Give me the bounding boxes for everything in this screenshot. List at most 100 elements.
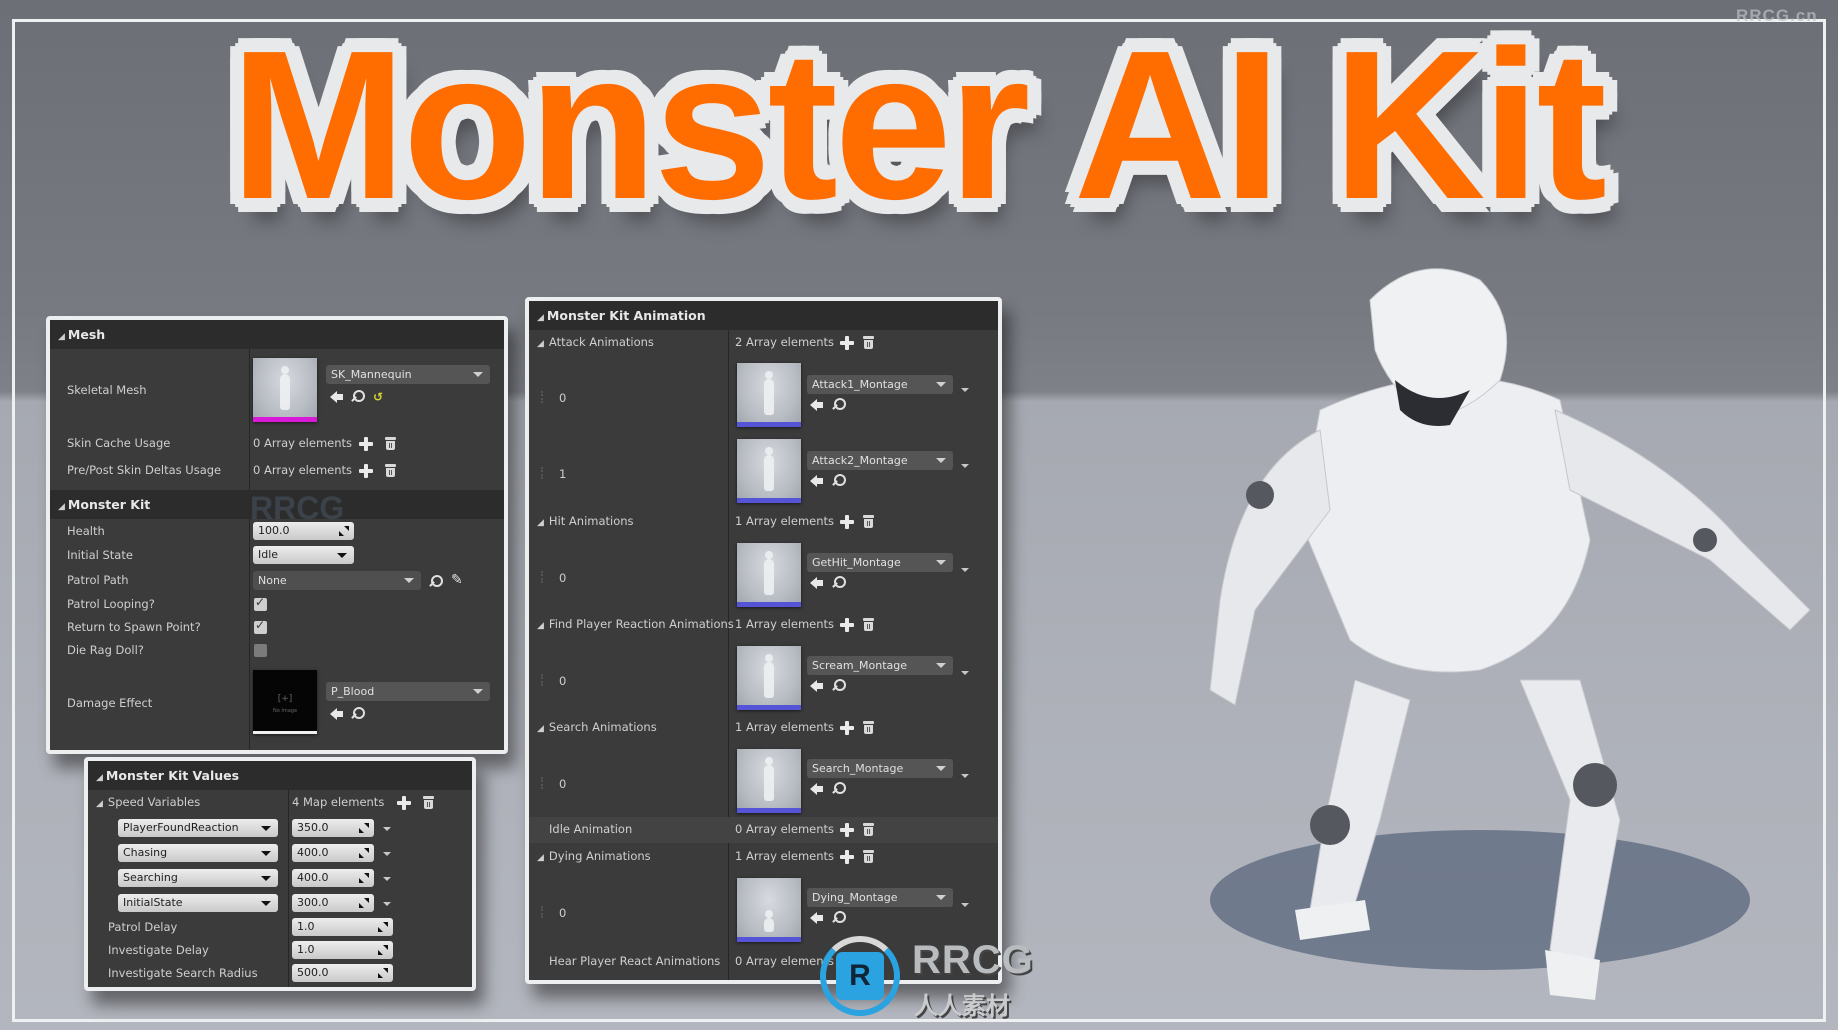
use-selected-icon[interactable] [810, 475, 824, 487]
entry-options-chevron-icon[interactable] [961, 903, 969, 907]
entry-options-chevron-icon[interactable] [961, 568, 969, 572]
delete-all-icon[interactable] [863, 823, 874, 836]
use-selected-icon[interactable] [810, 912, 824, 924]
speed-value-input[interactable]: 400.0 [292, 869, 374, 887]
collapse-triangle-icon[interactable]: ◢ [537, 339, 544, 349]
drag-handle-icon[interactable] [541, 571, 545, 583]
add-element-icon[interactable] [840, 336, 854, 350]
delete-all-icon[interactable] [863, 515, 874, 528]
animation-category-header[interactable]: ◢ Monster Kit Animation [529, 301, 998, 330]
delete-all-icon[interactable] [385, 437, 396, 450]
browse-icon[interactable] [352, 390, 365, 403]
skeletal-mesh-combo[interactable]: SK_Mannequin [326, 365, 490, 384]
spin-drag-icon[interactable] [359, 848, 369, 858]
delete-all-icon[interactable] [863, 850, 874, 863]
drag-handle-icon[interactable] [541, 391, 545, 403]
add-element-icon[interactable] [840, 721, 854, 735]
entry-options-chevron-icon[interactable] [383, 827, 391, 831]
values-category-header[interactable]: ◢ Monster Kit Values [88, 761, 472, 790]
montage-combo[interactable]: Dying_Montage [807, 888, 953, 907]
delete-all-icon[interactable] [423, 796, 434, 809]
return-spawn-checkbox[interactable] [254, 618, 267, 634]
add-element-icon[interactable] [840, 618, 854, 632]
delete-all-icon[interactable] [863, 336, 874, 349]
collapse-triangle-icon[interactable]: ◢ [537, 518, 544, 528]
browse-icon[interactable] [833, 398, 846, 411]
drag-handle-icon[interactable] [541, 467, 545, 479]
entry-options-chevron-icon[interactable] [383, 877, 391, 881]
montage-combo[interactable]: Attack1_Montage [807, 375, 953, 394]
speed-key-dropdown[interactable]: Chasing [118, 844, 278, 862]
spin-drag-icon[interactable] [378, 968, 388, 978]
use-selected-icon[interactable] [330, 391, 344, 403]
drag-handle-icon[interactable] [541, 674, 545, 686]
montage-thumbnail[interactable] [737, 439, 801, 503]
browse-icon[interactable] [833, 576, 846, 589]
investigate-radius-input[interactable]: 500.0 [292, 964, 393, 982]
delete-all-icon[interactable] [863, 618, 874, 631]
collapse-triangle-icon[interactable]: ◢ [537, 621, 544, 631]
use-selected-icon[interactable] [810, 577, 824, 589]
reset-icon[interactable]: ↺ [373, 391, 383, 403]
spin-drag-icon[interactable] [378, 945, 388, 955]
browse-icon[interactable] [833, 679, 846, 692]
montage-combo[interactable]: Scream_Montage [807, 656, 953, 675]
use-selected-icon[interactable] [810, 399, 824, 411]
entry-options-chevron-icon[interactable] [961, 464, 969, 468]
spin-drag-icon[interactable] [359, 873, 369, 883]
entry-options-chevron-icon[interactable] [383, 852, 391, 856]
speed-key-dropdown[interactable]: Searching [118, 869, 278, 887]
add-element-icon[interactable] [840, 823, 854, 837]
spin-drag-icon[interactable] [359, 898, 369, 908]
montage-thumbnail[interactable] [737, 363, 801, 427]
mesh-category-header[interactable]: ◢ Mesh [50, 320, 504, 349]
use-selected-icon[interactable] [330, 708, 344, 720]
speed-key-dropdown[interactable]: InitialState [118, 894, 278, 912]
delete-all-icon[interactable] [385, 464, 396, 477]
browse-icon[interactable] [833, 911, 846, 924]
montage-thumbnail[interactable] [737, 543, 801, 607]
entry-options-chevron-icon[interactable] [961, 774, 969, 778]
montage-thumbnail[interactable] [737, 878, 801, 942]
collapse-triangle-icon[interactable]: ◢ [537, 853, 544, 863]
montage-combo[interactable]: GetHit_Montage [807, 553, 953, 572]
montage-combo[interactable]: Search_Montage [807, 759, 953, 778]
spin-drag-icon[interactable] [339, 526, 349, 536]
montage-combo[interactable]: Attack2_Montage [807, 451, 953, 470]
delete-all-icon[interactable] [863, 721, 874, 734]
montage-thumbnail[interactable] [737, 749, 801, 813]
speed-value-input[interactable]: 300.0 [292, 894, 374, 912]
use-selected-icon[interactable] [810, 783, 824, 795]
spin-drag-icon[interactable] [359, 823, 369, 833]
health-input[interactable]: 100.0 [253, 522, 354, 540]
montage-thumbnail[interactable] [737, 646, 801, 710]
add-element-icon[interactable] [359, 464, 373, 478]
add-element-icon[interactable] [397, 796, 411, 810]
patrol-path-combo[interactable]: None [253, 571, 421, 590]
browse-icon[interactable] [833, 474, 846, 487]
speed-value-input[interactable]: 400.0 [292, 844, 374, 862]
collapse-triangle-icon[interactable]: ◢ [96, 799, 103, 809]
add-element-icon[interactable] [840, 850, 854, 864]
drag-handle-icon[interactable] [541, 906, 545, 918]
damage-effect-combo[interactable]: P_Blood [326, 682, 490, 701]
skeletal-mesh-thumbnail[interactable] [253, 358, 317, 422]
damage-effect-thumbnail[interactable]: [+] No Image [253, 670, 317, 734]
investigate-delay-input[interactable]: 1.0 [292, 941, 393, 959]
spin-drag-icon[interactable] [378, 922, 388, 932]
browse-icon[interactable] [352, 707, 365, 720]
browse-icon[interactable] [430, 575, 443, 588]
speed-key-dropdown[interactable]: PlayerFoundReaction [118, 819, 278, 837]
entry-options-chevron-icon[interactable] [961, 671, 969, 675]
entry-options-chevron-icon[interactable] [961, 388, 969, 392]
initial-state-dropdown[interactable]: Idle [253, 546, 354, 564]
patrol-delay-input[interactable]: 1.0 [292, 918, 393, 936]
drag-handle-icon[interactable] [541, 777, 545, 789]
patrol-looping-checkbox[interactable] [254, 595, 267, 611]
use-selected-icon[interactable] [810, 680, 824, 692]
entry-options-chevron-icon[interactable] [383, 902, 391, 906]
speed-value-input[interactable]: 350.0 [292, 819, 374, 837]
collapse-triangle-icon[interactable]: ◢ [537, 724, 544, 734]
browse-icon[interactable] [833, 782, 846, 795]
die-ragdoll-checkbox[interactable] [254, 644, 267, 657]
